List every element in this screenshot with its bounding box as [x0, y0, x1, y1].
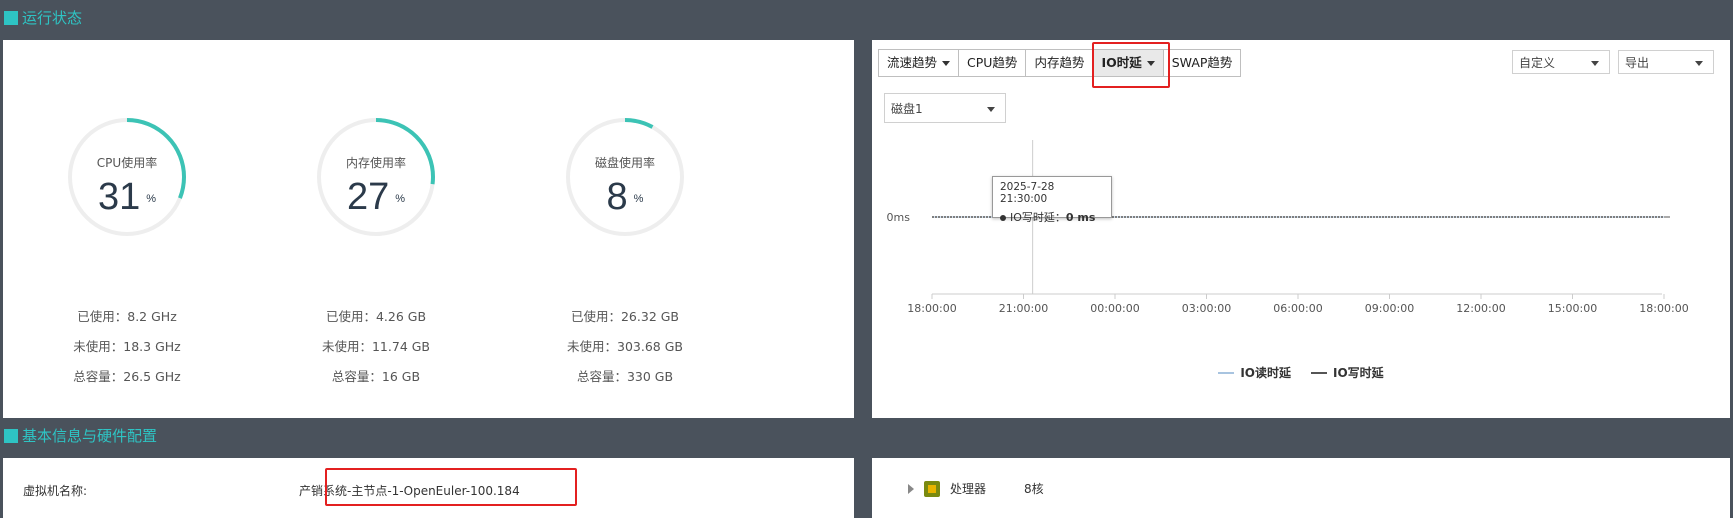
trend-chart-panel: 流速趋势 CPU趋势 内存趋势 IO时延 SWAP趋势 自定义 导出 磁盘1 1…	[872, 40, 1730, 418]
x-tick-label: 21:00:00	[999, 302, 1048, 315]
section-marker-icon	[4, 11, 18, 25]
cpu-gauge: CPU使用率 31% 已使用：8.2 GHz 未使用：18.3 GHz 总容量：…	[7, 112, 247, 384]
memory-total: 总容量：16 GB	[331, 369, 421, 384]
chart-legend: IO读时延 IO写时延	[872, 364, 1730, 381]
y-tick-label: 0ms	[887, 211, 911, 224]
cpu-used: 已使用：8.2 GHz	[77, 309, 177, 324]
legend-line-icon	[1311, 371, 1327, 374]
series-dot-icon	[1000, 215, 1006, 221]
section-marker-icon	[4, 429, 18, 443]
status-panel: CPU使用率 31% 已使用：8.2 GHz 未使用：18.3 GHz 总容量：…	[3, 40, 854, 418]
highlight-box	[325, 468, 577, 506]
x-tick-label: 12:00:00	[1456, 302, 1505, 315]
status-section-title: 运行状态	[4, 0, 82, 36]
memory-free: 未使用：11.74 GB	[321, 339, 431, 354]
cpu-gauge-label: CPU使用率	[96, 156, 158, 170]
x-tick-label: 03:00:00	[1182, 302, 1231, 315]
processor-icon	[924, 480, 940, 497]
x-tick-label: 06:00:00	[1273, 302, 1322, 315]
legend-item-write[interactable]: IO写时延	[1311, 364, 1384, 381]
memory-gauge-label: 内存使用率	[345, 156, 406, 170]
x-tick-label: 18:00:00	[907, 302, 956, 315]
cpu-total: 总容量：26.5 GHz	[73, 369, 181, 384]
disk-total: 总容量：330 GB	[576, 369, 674, 384]
disk-used: 已使用：26.32 GB	[570, 309, 680, 324]
chart-tooltip: 2025-7-28 21:30:00 IO写时延：0 ms	[992, 176, 1112, 224]
basic-section-title: 基本信息与硬件配置	[4, 418, 157, 454]
expand-arrow-icon[interactable]	[908, 483, 914, 494]
cpu-gauge-value: 31%	[97, 176, 157, 218]
disk-gauge-value: 8%	[606, 176, 644, 218]
memory-used: 已使用：4.26 GB	[325, 309, 427, 324]
memory-gauge: 内存使用率 27% 已使用：4.26 GB 未使用：11.74 GB 总容量：1…	[256, 112, 496, 384]
cpu-free: 未使用：18.3 GHz	[73, 339, 181, 354]
legend-item-read[interactable]: IO读时延	[1218, 364, 1291, 381]
basic-info-panel: 虚拟机名称: 产销系统-主节点-1-OpenEuler-100.184	[3, 458, 854, 518]
disk-gauge-label: 磁盘使用率	[594, 156, 655, 170]
x-tick-label: 00:00:00	[1090, 302, 1139, 315]
hw-item-processor[interactable]: 处理器 8核	[908, 480, 1044, 497]
hardware-panel: 处理器 8核	[872, 458, 1730, 518]
memory-gauge-value: 27%	[346, 176, 406, 218]
disk-gauge: 磁盘使用率 8% 已使用：26.32 GB 未使用：303.68 GB 总容量：…	[505, 112, 745, 384]
vm-name-label: 虚拟机名称:	[23, 484, 88, 498]
legend-line-icon	[1218, 371, 1235, 374]
x-tick-label: 18:00:00	[1639, 302, 1688, 315]
x-tick-label: 09:00:00	[1365, 302, 1414, 315]
x-tick-label: 15:00:00	[1548, 302, 1597, 315]
disk-free: 未使用：303.68 GB	[567, 339, 683, 354]
